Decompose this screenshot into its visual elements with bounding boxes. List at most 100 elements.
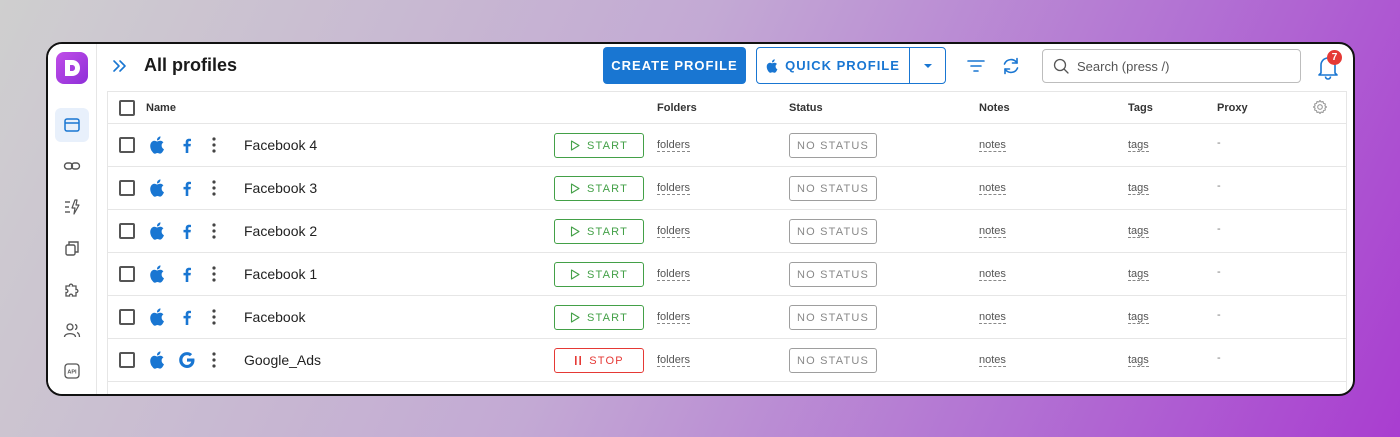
profile-name[interactable]: Facebook 3	[244, 180, 317, 196]
notes-link[interactable]: notes	[979, 139, 1006, 152]
play-icon	[570, 269, 580, 280]
column-proxy[interactable]: Proxy	[1217, 102, 1248, 114]
facebook-icon	[183, 267, 191, 282]
search-field[interactable]	[1042, 49, 1301, 83]
app-logo[interactable]	[56, 52, 88, 84]
proxy-value: -	[1217, 223, 1221, 235]
search-icon	[1053, 58, 1069, 74]
more-options-icon[interactable]	[211, 222, 217, 240]
search-input[interactable]	[1077, 58, 1277, 74]
table-row[interactable]: Facebook 1 START folders NO STATUS notes…	[108, 253, 1346, 296]
start-label: START	[586, 311, 629, 324]
play-icon	[570, 312, 580, 323]
start-button[interactable]: START	[554, 305, 644, 330]
notification-badge: 7	[1327, 50, 1342, 65]
sidebar-item-copy[interactable]	[55, 231, 89, 265]
start-label: START	[586, 139, 629, 152]
table-row[interactable]: Google_Ads STOP folders NO STATUS notes …	[108, 339, 1346, 382]
notes-link[interactable]: notes	[979, 311, 1006, 324]
profile-name[interactable]: Facebook	[244, 309, 305, 325]
tags-link[interactable]: tags	[1128, 225, 1149, 238]
folders-link[interactable]: folders	[657, 182, 691, 195]
select-all-checkbox[interactable]	[119, 100, 135, 116]
row-checkbox[interactable]	[119, 223, 135, 239]
apple-icon	[150, 265, 164, 283]
column-settings-gear-icon[interactable]	[1312, 99, 1328, 115]
status-button[interactable]: NO STATUS	[789, 176, 877, 201]
apple-icon	[150, 136, 164, 154]
more-options-icon[interactable]	[211, 136, 217, 154]
filter-icon[interactable]	[965, 55, 987, 77]
start-button[interactable]: START	[554, 262, 644, 287]
sidebar: API	[48, 44, 97, 394]
sidebar-item-proxies[interactable]	[55, 149, 89, 183]
sidebar-item-extensions[interactable]	[55, 272, 89, 306]
notes-link[interactable]: notes	[979, 268, 1006, 281]
notes-link[interactable]: notes	[979, 182, 1006, 195]
start-button[interactable]: START	[554, 176, 644, 201]
create-profile-button[interactable]: CREATE PROFILE	[603, 47, 746, 84]
status-button[interactable]: NO STATUS	[789, 305, 877, 330]
table-row[interactable]: Facebook START folders NO STATUS notes t…	[108, 296, 1346, 339]
start-button[interactable]: START	[554, 219, 644, 244]
tags-link[interactable]: tags	[1128, 354, 1149, 367]
browser-window-icon	[64, 118, 80, 132]
more-options-icon[interactable]	[211, 265, 217, 283]
profile-name[interactable]: Facebook 1	[244, 266, 317, 282]
column-name[interactable]: Name	[146, 102, 176, 114]
sidebar-item-team[interactable]	[55, 313, 89, 347]
folders-link[interactable]: folders	[657, 225, 691, 238]
list-bolt-icon	[65, 199, 80, 215]
row-checkbox[interactable]	[119, 180, 135, 196]
more-options-icon[interactable]	[211, 179, 217, 197]
more-options-icon[interactable]	[211, 351, 217, 369]
folders-link[interactable]: folders	[657, 139, 691, 152]
sidebar-item-profiles[interactable]	[55, 108, 89, 142]
status-button[interactable]: NO STATUS	[789, 133, 877, 158]
proxy-value: -	[1217, 352, 1221, 364]
proxy-value: -	[1217, 266, 1221, 278]
folders-link[interactable]: folders	[657, 311, 691, 324]
row-checkbox[interactable]	[119, 309, 135, 325]
quick-profile-dropdown[interactable]	[910, 48, 945, 83]
expand-sidebar-icon[interactable]	[111, 57, 129, 75]
row-checkbox[interactable]	[119, 266, 135, 282]
column-folders[interactable]: Folders	[657, 102, 697, 114]
tags-link[interactable]: tags	[1128, 139, 1149, 152]
profile-name[interactable]: Google_Ads	[244, 352, 321, 368]
status-button[interactable]: NO STATUS	[789, 348, 877, 373]
pause-icon	[575, 356, 582, 365]
row-checkbox[interactable]	[119, 137, 135, 153]
column-notes[interactable]: Notes	[979, 102, 1010, 114]
table-row[interactable]: Facebook 4 START folders NO STATUS notes…	[108, 124, 1346, 167]
tags-link[interactable]: tags	[1128, 268, 1149, 281]
stop-button[interactable]: STOP	[554, 348, 644, 373]
row-checkbox[interactable]	[119, 352, 135, 368]
start-button[interactable]: START	[554, 133, 644, 158]
table-header: Name Folders Status Notes Tags Proxy	[108, 92, 1346, 124]
sidebar-item-automation[interactable]	[55, 190, 89, 224]
facebook-icon	[183, 310, 191, 325]
status-button[interactable]: NO STATUS	[789, 262, 877, 287]
sidebar-item-api[interactable]: API	[55, 354, 89, 388]
tags-link[interactable]: tags	[1128, 182, 1149, 195]
profile-name[interactable]: Facebook 4	[244, 137, 317, 153]
column-status[interactable]: Status	[789, 102, 823, 114]
apple-icon	[766, 58, 778, 73]
play-icon	[570, 226, 580, 237]
copy-icon	[65, 241, 79, 256]
profile-name[interactable]: Facebook 2	[244, 223, 317, 239]
facebook-icon	[183, 181, 191, 196]
tags-link[interactable]: tags	[1128, 311, 1149, 324]
more-options-icon[interactable]	[211, 308, 217, 326]
quick-profile-button[interactable]: QUICK PROFILE	[757, 48, 910, 83]
table-row[interactable]: Facebook 3 START folders NO STATUS notes…	[108, 167, 1346, 210]
table-row[interactable]: Facebook 2 START folders NO STATUS notes…	[108, 210, 1346, 253]
status-button[interactable]: NO STATUS	[789, 219, 877, 244]
column-tags[interactable]: Tags	[1128, 102, 1153, 114]
folders-link[interactable]: folders	[657, 354, 691, 367]
notes-link[interactable]: notes	[979, 354, 1006, 367]
folders-link[interactable]: folders	[657, 268, 691, 281]
notes-link[interactable]: notes	[979, 225, 1006, 238]
refresh-icon[interactable]	[1000, 55, 1022, 77]
